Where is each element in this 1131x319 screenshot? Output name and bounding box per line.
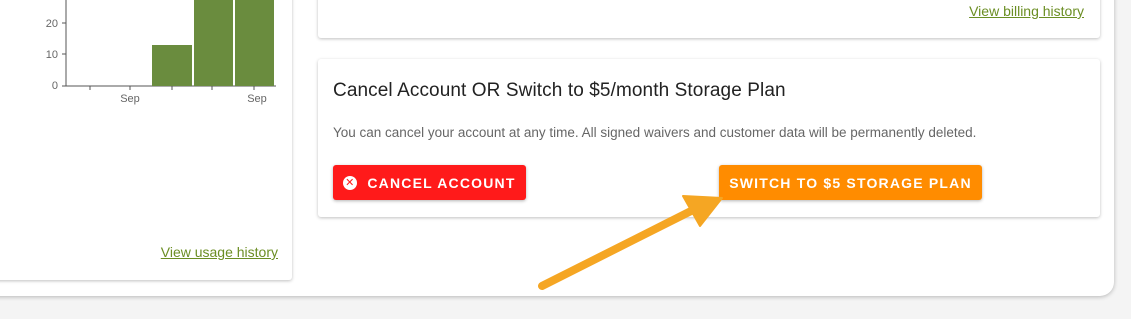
x-tick-label: Sep: [247, 93, 267, 105]
switch-storage-plan-button[interactable]: SWITCH TO $5 STORAGE PLAN: [719, 165, 982, 200]
y-tick-label: 0: [52, 80, 58, 92]
cancel-account-card: Cancel Account OR Switch to $5/month Sto…: [318, 59, 1100, 217]
bar: [235, 0, 274, 86]
cancel-account-button[interactable]: ✕ CANCEL ACCOUNT: [333, 165, 526, 200]
switch-storage-plan-label: SWITCH TO $5 STORAGE PLAN: [729, 174, 972, 191]
billing-card: View billing history: [318, 0, 1100, 38]
cancel-card-description: You can cancel your account at any time.…: [333, 125, 977, 140]
cancel-account-label: CANCEL ACCOUNT: [367, 174, 516, 191]
x-tick-label: Sep: [120, 93, 140, 105]
view-billing-history-link[interactable]: View billing history: [969, 3, 1084, 19]
bar: [152, 45, 192, 86]
close-circle-icon: ✕: [343, 175, 358, 190]
y-tick-label: 10: [46, 49, 58, 61]
usage-card: 20 10 0 Sep Sep View usage history: [0, 0, 292, 280]
y-tick-label: 20: [46, 18, 58, 30]
cancel-card-title: Cancel Account OR Switch to $5/month Sto…: [333, 80, 786, 101]
usage-chart: 20 10 0 Sep Sep: [46, 0, 276, 105]
bar: [194, 0, 233, 86]
view-usage-history-link[interactable]: View usage history: [161, 244, 278, 260]
